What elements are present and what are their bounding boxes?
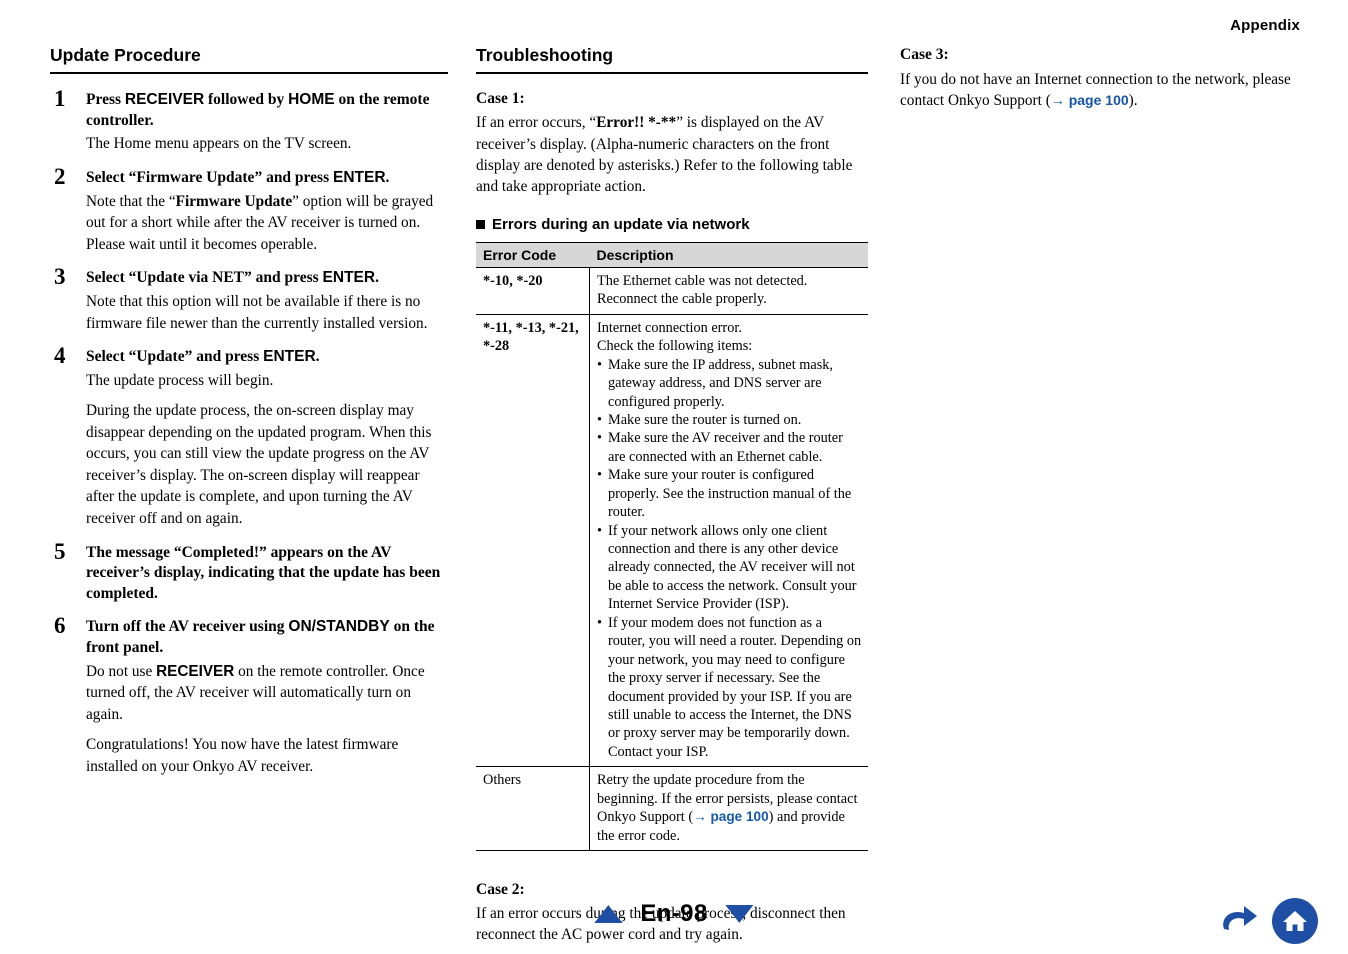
step-heading-part: . bbox=[375, 269, 379, 287]
step-body: Congratulations! You now have the latest… bbox=[86, 736, 399, 775]
step-heading-part-key: RECEIVER bbox=[124, 91, 205, 109]
triangle-up-icon[interactable] bbox=[594, 905, 623, 923]
case-3-post: ). bbox=[1128, 92, 1138, 110]
step-heading: Press RECEIVER followed by HOME on the r… bbox=[86, 90, 448, 131]
case-3-title: Case 3: bbox=[900, 46, 949, 63]
table-row: *-11, *-13, *-21, *-28 Internet connecti… bbox=[476, 314, 868, 768]
case-1-body: If an error occurs, “Error!! *-**” is di… bbox=[476, 112, 868, 198]
list-item: Make sure the AV receiver and the router… bbox=[597, 429, 862, 466]
subsection-errors-network: Errors during an update via network bbox=[476, 216, 868, 233]
step-heading-part-key: HOME bbox=[288, 91, 335, 109]
step-heading: The message “Completed!” appears on the … bbox=[86, 543, 441, 602]
manual-page: Appendix Update Procedure 1 Press RECEIV… bbox=[0, 0, 1348, 954]
table-row: Others Retry the update procedure from t… bbox=[476, 766, 868, 852]
case-1-title: Case 1: bbox=[476, 90, 525, 108]
description-line: Reconnect the cable properly. bbox=[597, 291, 767, 308]
description-bullet-list: Make sure the IP address, subnet mask, g… bbox=[597, 356, 862, 762]
table-header-row: Error Code Description bbox=[476, 241, 868, 268]
table-row: *-10, *-20 The Ethernet cable was not de… bbox=[476, 267, 868, 315]
step-body-key: RECEIVER bbox=[156, 662, 235, 680]
page-navigation: En-98 bbox=[594, 900, 754, 928]
step-heading-part-key: ENTER bbox=[332, 169, 386, 187]
table-cell-error-code: *-11, *-13, *-21, *-28 bbox=[476, 314, 590, 768]
step-heading-part-key: ENTER bbox=[263, 348, 316, 366]
description-line: The Ethernet cable was not detected. bbox=[597, 272, 808, 289]
error-code-table: Error Code Description *-10, *-20 The Et… bbox=[476, 241, 868, 852]
page-number-label: En-98 bbox=[640, 900, 708, 927]
step-body: Note that the “Firmware Update” option w… bbox=[86, 192, 434, 253]
step-4: 4 Select “Update” and press ENTER. The u… bbox=[50, 343, 448, 530]
home-icon[interactable] bbox=[1272, 898, 1318, 944]
step-heading-part-key: ENTER bbox=[322, 269, 376, 287]
list-item: Make sure your router is configured prop… bbox=[597, 466, 862, 521]
column-case3: Case 3: If you do not have an Internet c… bbox=[900, 46, 1300, 112]
step-heading-part: . bbox=[385, 169, 390, 187]
step-heading: Select “Firmware Update” and press ENTER… bbox=[86, 168, 448, 189]
step-heading: Select “Update” and press ENTER. bbox=[86, 347, 448, 368]
step-body: Do not use RECEIVER on the remote contro… bbox=[86, 661, 448, 726]
step-6: 6 Turn off the AV receiver using ON/STAN… bbox=[50, 613, 448, 777]
step-heading-part: . bbox=[315, 348, 320, 366]
step-2: 2 Select “Firmware Update” and press ENT… bbox=[50, 164, 448, 255]
table-cell-error-code: Others bbox=[476, 766, 590, 852]
back-arrow-icon[interactable] bbox=[1214, 901, 1260, 941]
table-cell-description: The Ethernet cable was not detected. Rec… bbox=[589, 267, 868, 315]
column-update-procedure: Update Procedure 1 Press RECEIVER follow… bbox=[50, 45, 448, 790]
error-code-value: *-11, *-13, *-21, *-28 bbox=[483, 319, 579, 355]
step-body: During the update process, the on-screen… bbox=[86, 402, 432, 528]
list-item: If your modem does not function as a rou… bbox=[597, 614, 862, 762]
step-body: The update process will begin. bbox=[86, 371, 274, 389]
description-line: Internet connection error. bbox=[597, 319, 742, 336]
triangle-down-icon[interactable] bbox=[725, 905, 754, 923]
step-heading-part: followed by bbox=[204, 91, 289, 109]
column-troubleshooting: Troubleshooting Case 1: If an error occu… bbox=[476, 45, 868, 946]
step-heading-part: Select “Firmware Update” and press bbox=[86, 169, 333, 187]
list-item: If your network allows only one client c… bbox=[597, 522, 862, 614]
step-body: The Home menu appears on the TV screen. bbox=[86, 135, 352, 153]
step-heading-part: Turn off the AV receiver using bbox=[86, 618, 289, 636]
step-heading: Select “Update via NET” and press ENTER. bbox=[86, 268, 448, 289]
step-number: 2 bbox=[54, 164, 66, 190]
table-header-error-code: Error Code bbox=[476, 241, 590, 268]
step-heading-part: Select “Update” and press bbox=[86, 348, 264, 366]
error-code-value: *-10, *-20 bbox=[483, 272, 543, 289]
step-heading-part: Press bbox=[86, 91, 125, 109]
list-item: Make sure the IP address, subnet mask, g… bbox=[597, 356, 862, 411]
step-heading-part: Select “Update via NET” and press bbox=[86, 269, 323, 287]
step-number: 4 bbox=[54, 343, 66, 369]
page-header-appendix: Appendix bbox=[1230, 17, 1300, 34]
subsection-label: Errors during an update via network bbox=[492, 215, 750, 233]
description-line: Check the following items: bbox=[597, 338, 753, 355]
section-title-troubleshooting: Troubleshooting bbox=[476, 45, 868, 75]
step-number: 6 bbox=[54, 613, 66, 639]
step-5: 5 The message “Completed!” appears on th… bbox=[50, 538, 448, 605]
step-body-pre: Do not use bbox=[86, 662, 157, 680]
page-link[interactable]: → page 100 bbox=[1051, 92, 1129, 108]
list-item: Make sure the router is turned on. bbox=[597, 411, 862, 430]
case-1-error-code: Error!! *-** bbox=[596, 114, 677, 132]
step-heading-part-key: ON/STANDBY bbox=[288, 618, 390, 636]
step-1: 1 Press RECEIVER followed by HOME on the… bbox=[50, 86, 448, 155]
page-link[interactable]: → page 100 bbox=[693, 809, 769, 824]
step-heading: Turn off the AV receiver using ON/STANDB… bbox=[86, 617, 448, 658]
table-cell-description: Retry the update procedure from the begi… bbox=[589, 766, 868, 852]
step-number: 5 bbox=[54, 538, 66, 564]
page-footer: En-98 bbox=[0, 898, 1348, 954]
inline-bold-firmware-update: Firmware Update bbox=[175, 192, 293, 210]
case-2-title: Case 2: bbox=[476, 881, 525, 899]
table-cell-description: Internet connection error. Check the fol… bbox=[589, 314, 868, 768]
navigation-icons bbox=[1214, 898, 1318, 944]
step-body: Note that this option will not be availa… bbox=[86, 292, 428, 332]
step-3: 3 Select “Update via NET” and press ENTE… bbox=[50, 264, 448, 334]
section-title-update-procedure: Update Procedure bbox=[50, 45, 448, 75]
step-number: 3 bbox=[54, 264, 66, 290]
table-cell-error-code: *-10, *-20 bbox=[476, 267, 590, 315]
square-bullet-icon bbox=[476, 219, 485, 229]
case-1-pre: If an error occurs, “ bbox=[476, 114, 597, 132]
step-number: 1 bbox=[54, 86, 66, 112]
table-header-description: Description bbox=[589, 241, 868, 268]
case-3-body: If you do not have an Internet connectio… bbox=[900, 69, 1300, 112]
